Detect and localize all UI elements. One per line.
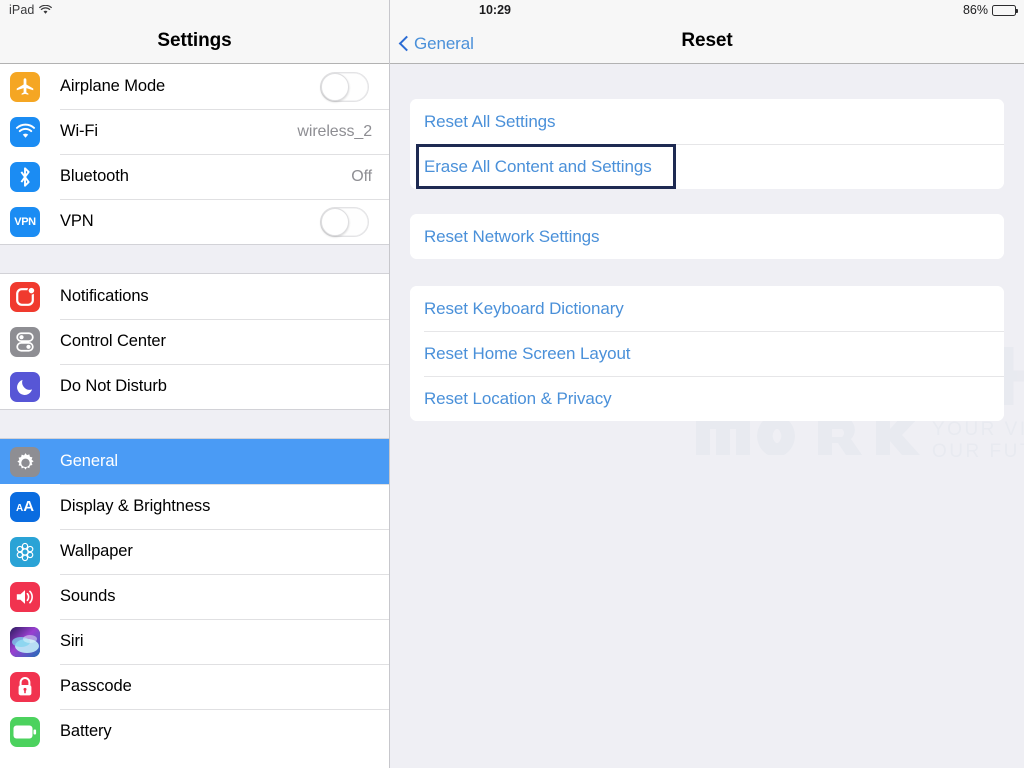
page-title: Settings — [157, 30, 232, 51]
reset-option-reset-home-screen-layout[interactable]: Reset Home Screen Layout — [410, 331, 1004, 376]
sidebar-item-siri[interactable]: Siri — [0, 619, 389, 664]
reset-option-label: Reset All Settings — [424, 111, 556, 131]
watermark-tagline-1-text: YOUR VISION — [932, 419, 1024, 440]
sidebar-group: Notifications Control Center Do Not Distur… — [0, 274, 389, 409]
detail-title: Reset — [681, 30, 733, 51]
sidebar-item-value: wireless_2 — [297, 122, 372, 140]
sidebar-item-label: Wallpaper — [60, 542, 133, 560]
sidebar-item-display-brightness[interactable]: AA Display & Brightness — [0, 484, 389, 529]
reset-options-group: Reset All Settings Erase All Content and … — [410, 99, 1004, 189]
reset-options-list: Reset All Settings Erase All Content and … — [390, 99, 1024, 421]
do-not-disturb-icon — [10, 371, 40, 402]
reset-option-erase-all-content-and-settings[interactable]: Erase All Content and Settings — [410, 144, 1004, 189]
sidebar-item-battery[interactable]: Battery — [0, 709, 389, 754]
sidebar-item-label: General — [60, 452, 119, 470]
reset-option-label: Erase All Content and Settings — [424, 156, 652, 176]
sidebar-item-general[interactable]: General — [0, 439, 389, 484]
sidebar-item-label: Display & Brightness — [60, 497, 211, 515]
sidebar-item-label: Do Not Disturb — [60, 377, 167, 395]
sidebar-item-do-not-disturb[interactable]: Do Not Disturb — [0, 364, 389, 409]
sidebar-item-bluetooth[interactable]: Bluetooth Off — [0, 154, 389, 199]
sidebar-item-label: Wi-Fi — [60, 122, 98, 140]
reset-option-reset-location-privacy[interactable]: Reset Location & Privacy — [410, 376, 1004, 421]
sidebar-header: Settings — [0, 0, 389, 64]
sidebar-item-label: Airplane Mode — [60, 77, 166, 95]
notifications-icon — [10, 281, 40, 312]
sidebar-item-label: Notifications — [60, 287, 149, 305]
sidebar-group: General AA Display & Brightness Wallpaper So… — [0, 439, 389, 754]
watermark-tagline-2-text: OUR FUTURE — [932, 441, 1024, 460]
sidebar-item-airplane-mode[interactable]: Airplane Mode — [0, 64, 389, 109]
sidebar-item-label: Bluetooth — [60, 167, 129, 185]
sidebar-item-label: Control Center — [60, 332, 166, 350]
reset-option-reset-network-settings[interactable]: Reset Network Settings — [410, 214, 1004, 259]
ipad-settings-screen: iPad 10:29 86% Settings Airplane Mode Wi-… — [0, 0, 1024, 768]
vpn-icon: VPN — [10, 206, 40, 237]
display-brightness-icon: AA — [10, 491, 40, 522]
airplane-icon — [10, 71, 40, 102]
sidebar-item-label: VPN — [60, 212, 94, 230]
detail-pane: General Reset YOUR V OUR FU Reset All Se… — [390, 0, 1024, 768]
sidebar-item-passcode[interactable]: Passcode — [0, 664, 389, 709]
sidebar-item-notifications[interactable]: Notifications — [0, 274, 389, 319]
reset-option-label: Reset Location & Privacy — [424, 388, 612, 408]
sounds-icon — [10, 581, 40, 612]
sidebar-list: Airplane Mode Wi-Fi wireless_2 Bluetooth Off… — [0, 64, 389, 754]
wifi-icon — [10, 116, 40, 147]
sidebar-item-label: Battery — [60, 722, 112, 740]
sidebar-item-label: Siri — [60, 632, 84, 650]
reset-option-reset-keyboard-dictionary[interactable]: Reset Keyboard Dictionary — [410, 286, 1004, 331]
reset-options-group: Reset Network Settings — [410, 214, 1004, 259]
control-center-icon — [10, 326, 40, 357]
sidebar-item-value: Off — [351, 167, 372, 185]
sidebar-item-control-center[interactable]: Control Center — [0, 319, 389, 364]
sidebar-item-sounds[interactable]: Sounds — [0, 574, 389, 619]
reset-option-reset-all-settings[interactable]: Reset All Settings — [410, 99, 1004, 144]
toggle-switch[interactable] — [320, 206, 369, 237]
siri-icon — [10, 626, 40, 657]
wallpaper-icon — [10, 536, 40, 567]
detail-header: General Reset — [390, 0, 1024, 64]
settings-sidebar: Settings Airplane Mode Wi-Fi wireless_2 Blu… — [0, 0, 390, 768]
sidebar-item-vpn[interactable]: VPN VPN — [0, 199, 389, 244]
reset-option-label: Reset Keyboard Dictionary — [424, 298, 624, 318]
gear-icon — [10, 446, 40, 477]
sidebar-group: Airplane Mode Wi-Fi wireless_2 Bluetooth Off… — [0, 64, 389, 244]
sidebar-item-label: Passcode — [60, 677, 132, 695]
reset-option-label: Reset Home Screen Layout — [424, 343, 631, 363]
battery-icon — [10, 716, 40, 747]
toggle-switch[interactable] — [320, 71, 369, 102]
sidebar-item-wallpaper[interactable]: Wallpaper — [0, 529, 389, 574]
bluetooth-icon — [10, 161, 40, 192]
passcode-lock-icon — [10, 671, 40, 702]
toggle-knob — [321, 72, 349, 101]
sidebar-group-separator — [0, 409, 389, 439]
sidebar-group-separator — [0, 244, 389, 274]
toggle-knob — [321, 207, 349, 236]
reset-options-group: Reset Keyboard Dictionary Reset Home Scre… — [410, 286, 1004, 421]
reset-option-label: Reset Network Settings — [424, 226, 600, 246]
sidebar-item-wi-fi[interactable]: Wi-Fi wireless_2 — [0, 109, 389, 154]
sidebar-item-label: Sounds — [60, 587, 116, 605]
